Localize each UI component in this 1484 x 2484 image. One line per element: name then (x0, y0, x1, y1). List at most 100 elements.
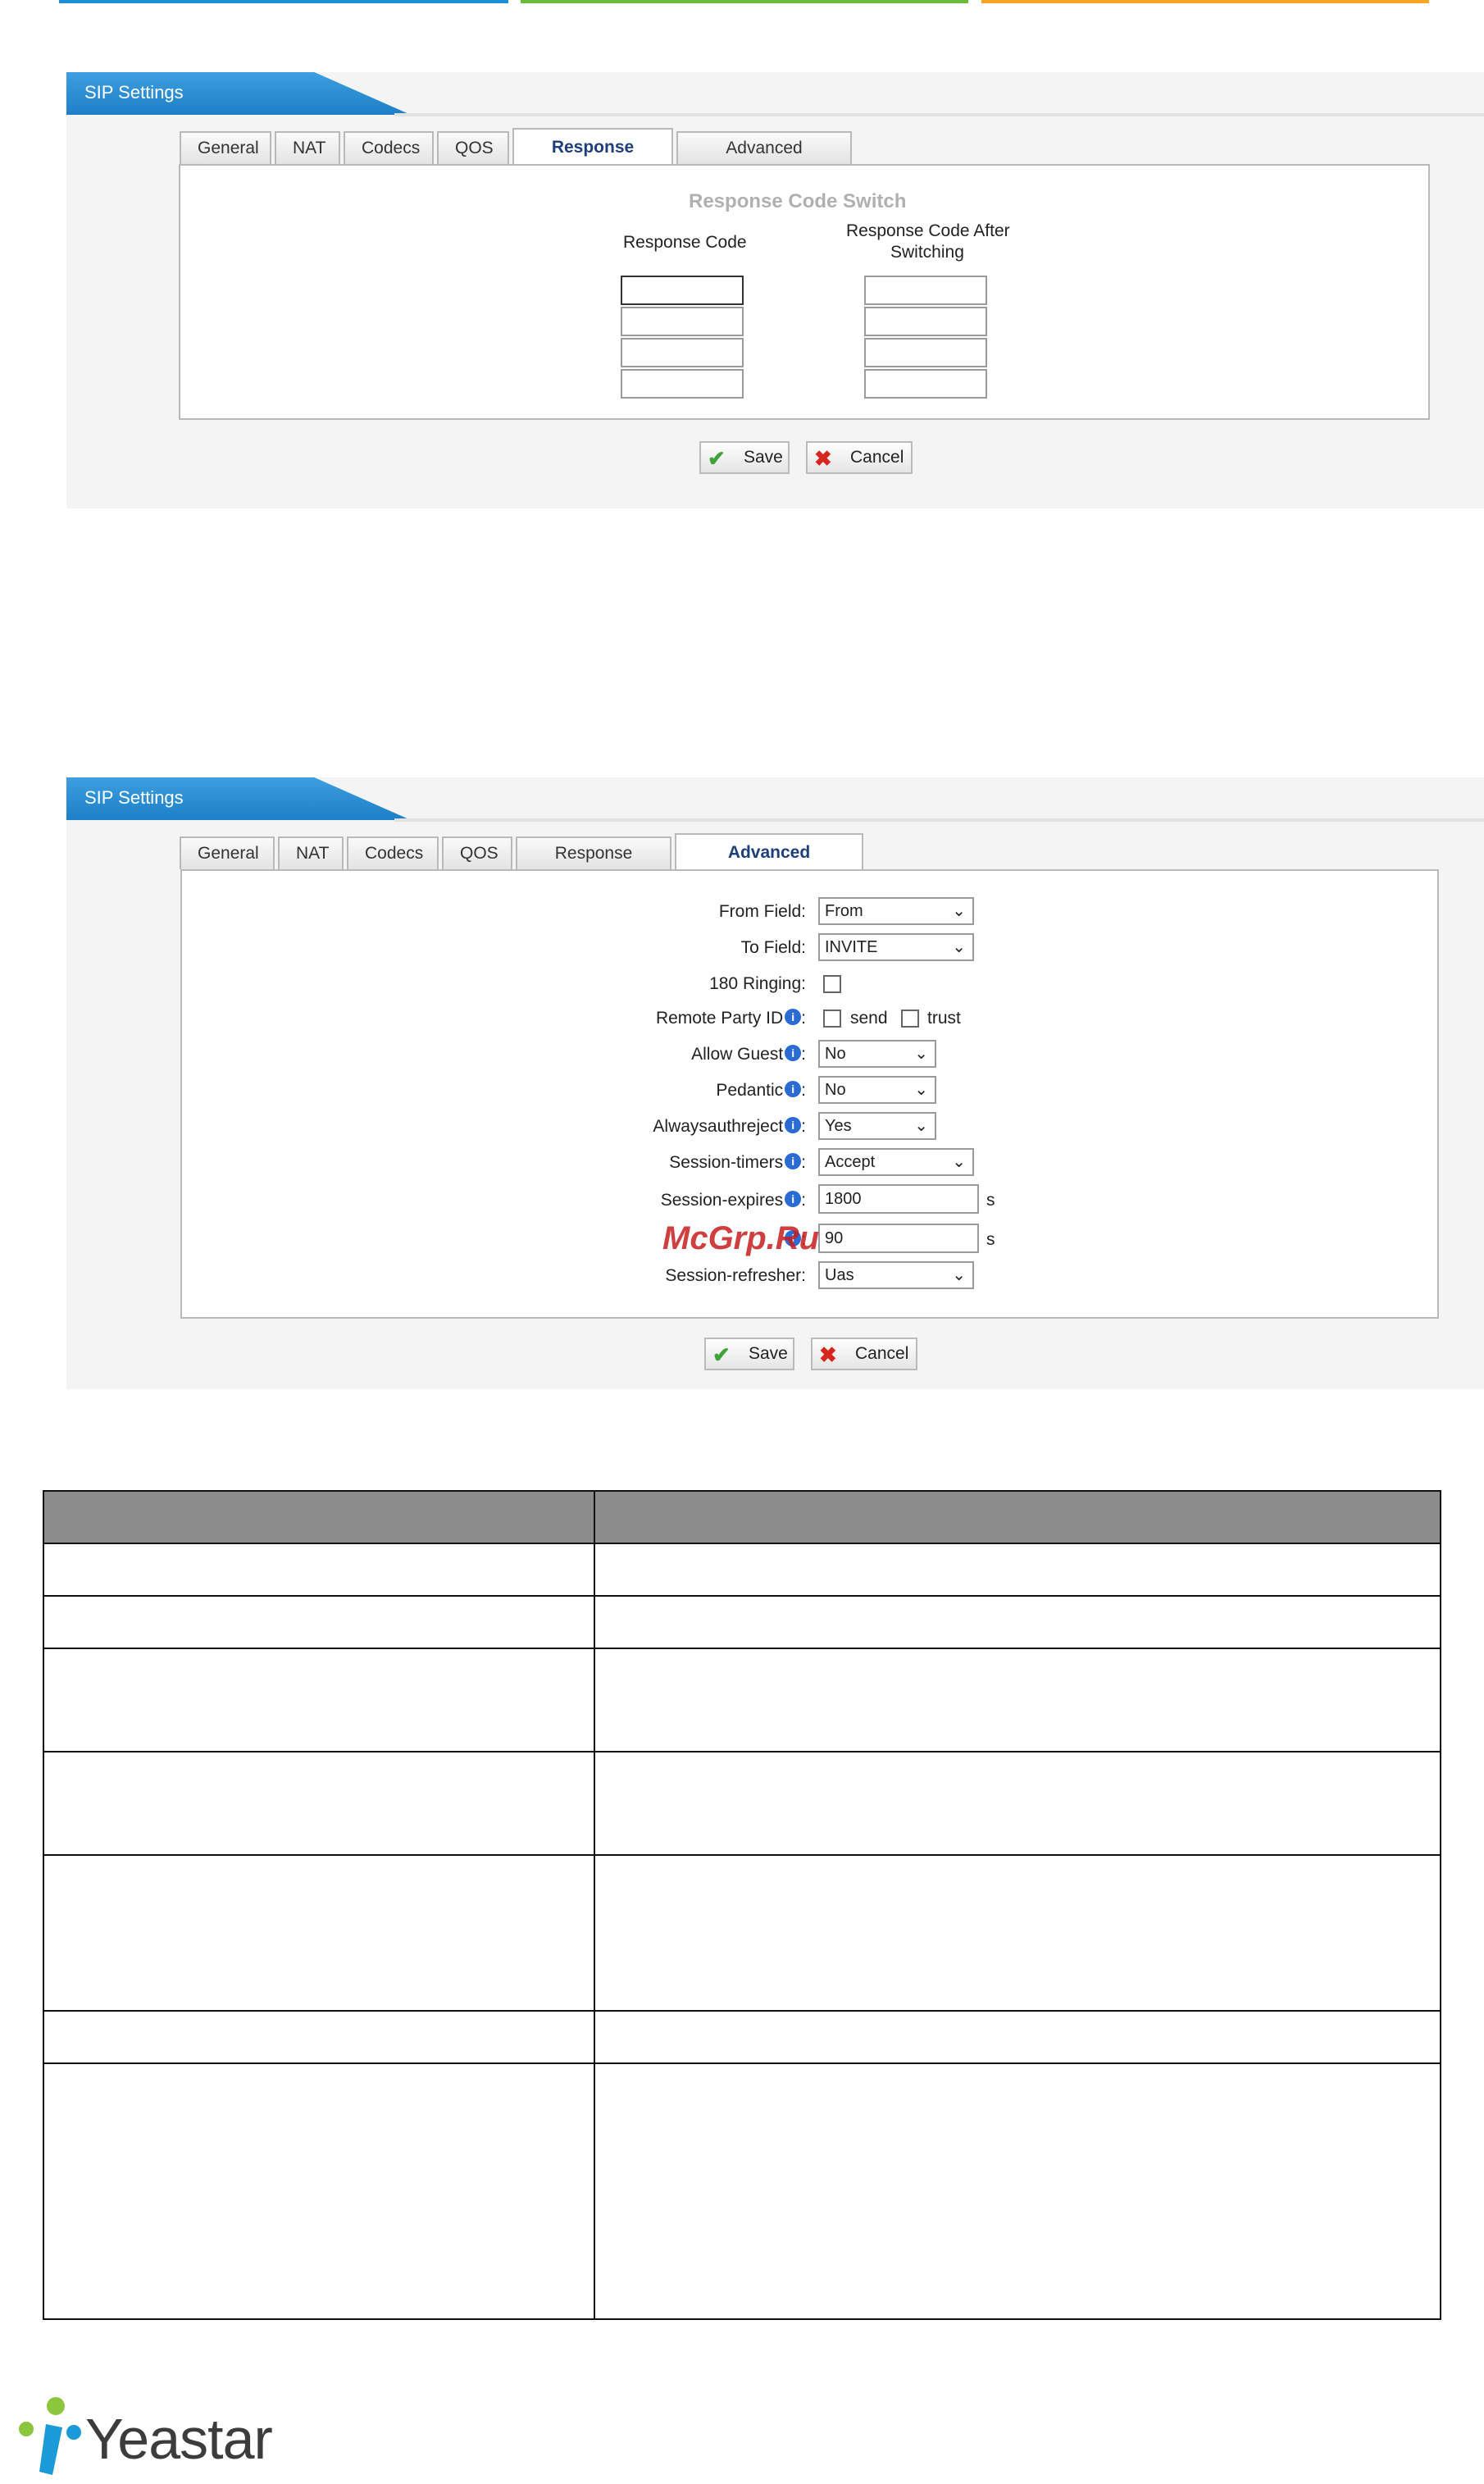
table-cell (594, 2062, 1441, 2320)
pedantic-select[interactable]: No ⌄ (818, 1076, 936, 1104)
top-bar-orange (981, 0, 1429, 3)
alwaysauthreject-value: Yes (825, 1117, 852, 1135)
allow-guest-select[interactable]: No ⌄ (818, 1040, 936, 1068)
table-header-cell (43, 1490, 595, 1544)
tab-bar: General NAT Codecs QOS Response Code Adv… (180, 833, 863, 898)
session-minse-input[interactable]: 90 (818, 1224, 979, 1253)
chevron-down-icon: ⌄ (914, 1081, 928, 1099)
switch-code-input-2[interactable] (864, 307, 987, 336)
response-code-content: Response Code Switch Response Code Respo… (179, 164, 1430, 420)
tab-general[interactable]: General (180, 131, 271, 164)
tab-response-code[interactable]: Response Code (512, 128, 673, 193)
tab-qos[interactable]: QOS (437, 131, 509, 164)
chevron-down-icon: ⌄ (952, 1266, 966, 1284)
session-refresher-select[interactable]: Uas ⌄ (818, 1261, 974, 1289)
table-cell (43, 2062, 595, 2320)
tab-advanced-settings[interactable]: Advanced Settings (676, 131, 852, 189)
table-row (43, 1854, 1441, 2012)
tab-general[interactable]: General (180, 836, 275, 869)
session-timers-text: Session-timers (669, 1153, 784, 1172)
save-button[interactable]: ✔ Save (699, 441, 790, 474)
save-button[interactable]: ✔ Save (704, 1338, 794, 1370)
column-header-after-switching: Response Code After (846, 221, 1010, 240)
cancel-label: Cancel (850, 448, 904, 467)
top-bar-blue (59, 0, 508, 3)
check-icon: ✔ (708, 446, 726, 471)
ringing-checkbox[interactable] (823, 975, 841, 993)
rpid-send-checkbox[interactable] (823, 1010, 841, 1028)
yeastar-dots-icon (19, 2397, 81, 2475)
table-row (43, 2010, 1441, 2064)
tab-codecs[interactable]: Codecs (347, 836, 439, 869)
info-icon[interactable]: i (785, 1117, 802, 1133)
rpid-trust-checkbox[interactable] (901, 1010, 919, 1028)
header-divider (394, 113, 1484, 116)
to-field-select[interactable]: INVITE ⌄ (818, 933, 974, 961)
table-cell (594, 1751, 1441, 1856)
to-field-value: INVITE (825, 938, 878, 956)
allow-guest-text: Allow Guest (691, 1045, 784, 1064)
table-cell (43, 1854, 595, 2012)
alwaysauthreject-select[interactable]: Yes ⌄ (818, 1112, 936, 1140)
response-code-input-1[interactable] (621, 276, 744, 305)
remote-party-id-label: Remote Party ID i: (655, 1009, 806, 1028)
switch-code-input-3[interactable] (864, 338, 987, 367)
session-refresher-label: Session-refresher: (665, 1266, 806, 1285)
tab-nat[interactable]: NAT (275, 131, 340, 164)
close-icon: ✖ (819, 1342, 837, 1367)
response-code-input-4[interactable] (621, 369, 744, 399)
table-cell (594, 1595, 1441, 1649)
switch-code-input-4[interactable] (864, 369, 987, 399)
session-refresher-value: Uas (825, 1266, 854, 1284)
table-cell (43, 1543, 595, 1597)
from-field-label: From Field: (718, 902, 806, 921)
chevron-down-icon: ⌄ (952, 902, 966, 920)
response-code-input-2[interactable] (621, 307, 744, 336)
session-minse-unit: s (986, 1230, 995, 1249)
table-row (43, 1648, 1441, 1752)
parameter-table (43, 1490, 1441, 2320)
session-timers-value: Accept (825, 1153, 876, 1171)
panel-title: SIP Settings (84, 82, 184, 103)
info-icon[interactable]: i (785, 1009, 802, 1025)
header-divider (394, 818, 1484, 822)
session-timers-select[interactable]: Accept ⌄ (818, 1148, 974, 1176)
alwaysauthreject-label: Alwaysauthreject i: (653, 1117, 806, 1136)
session-expires-label: Session-expires i: (660, 1191, 806, 1210)
from-field-select[interactable]: From ⌄ (818, 897, 974, 925)
info-icon[interactable]: i (785, 1045, 802, 1061)
tab-nat[interactable]: NAT (278, 836, 344, 869)
cancel-button[interactable]: ✖ Cancel (806, 441, 913, 474)
cancel-label: Cancel (855, 1344, 909, 1363)
info-icon[interactable]: i (785, 1153, 802, 1169)
switch-code-input-1[interactable] (864, 276, 987, 305)
table-header-row (43, 1490, 1441, 1544)
response-code-input-3[interactable] (621, 338, 744, 367)
table-row (43, 2062, 1441, 2320)
panel-title: SIP Settings (84, 787, 184, 808)
pedantic-text: Pedantic (716, 1081, 784, 1100)
column-header-after-switching-2: Switching (890, 243, 964, 262)
tab-qos[interactable]: QOS (442, 836, 512, 869)
session-timers-label: Session-timers i: (669, 1153, 806, 1172)
session-expires-input[interactable]: 1800 (818, 1184, 979, 1214)
table-cell (43, 1595, 595, 1649)
tab-codecs[interactable]: Codecs (344, 131, 434, 164)
remote-party-id-text: Remote Party ID (655, 1009, 784, 1028)
table-cell (43, 1751, 595, 1856)
chevron-down-icon: ⌄ (952, 938, 966, 956)
check-icon: ✔ (712, 1342, 731, 1367)
table-cell (594, 1648, 1441, 1752)
tab-advanced-settings[interactable]: Advanced Settings (675, 833, 863, 898)
info-icon[interactable]: i (785, 1081, 802, 1097)
chevron-down-icon: ⌄ (914, 1117, 928, 1135)
table-cell (594, 2010, 1441, 2064)
section-title: Response Code Switch (689, 190, 907, 212)
tab-response-code[interactable]: Response Code (516, 836, 671, 894)
brand-name: Yeastar (85, 2407, 273, 2471)
info-icon[interactable]: i (785, 1191, 802, 1207)
close-icon: ✖ (814, 446, 832, 471)
allow-guest-label: Allow Guest i: (691, 1045, 806, 1064)
tab-bar: General NAT Codecs QOS Response Code Adv… (180, 128, 852, 193)
cancel-button[interactable]: ✖ Cancel (811, 1338, 917, 1370)
